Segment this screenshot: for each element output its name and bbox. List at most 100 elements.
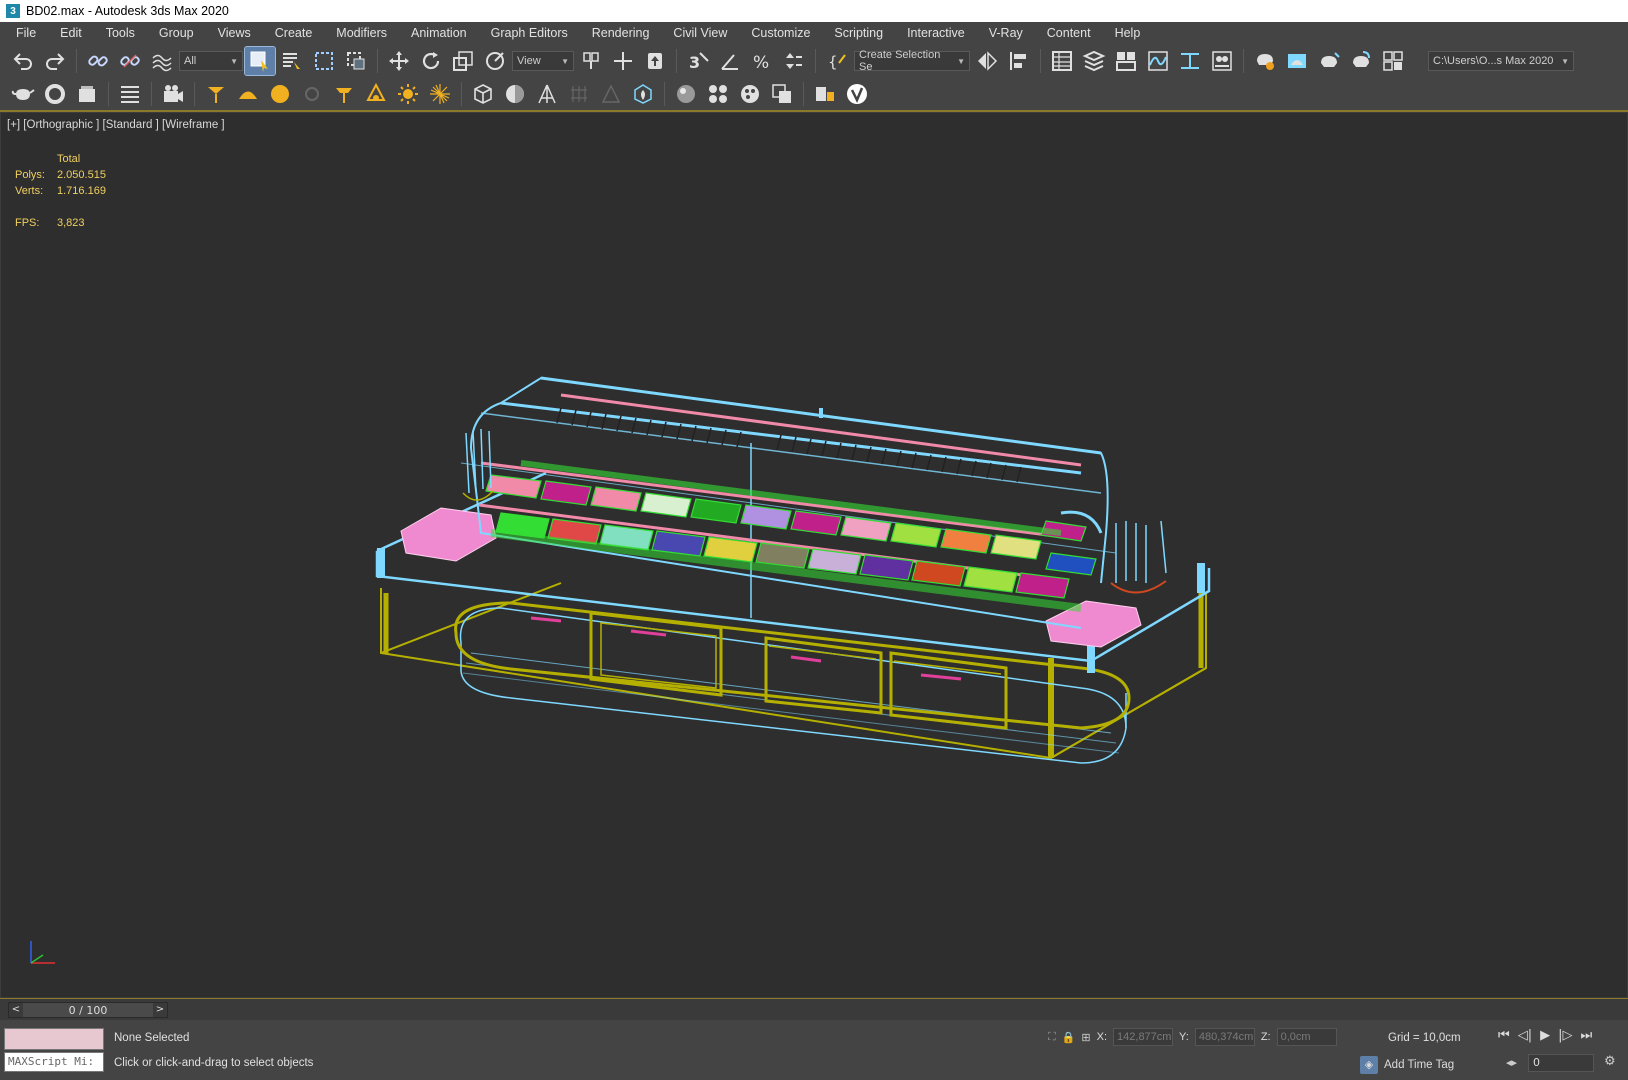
list-icon[interactable]	[115, 80, 145, 108]
y-coordinate-field[interactable]: 480,374cm	[1194, 1028, 1255, 1046]
fire-effect-icon[interactable]	[628, 80, 658, 108]
menu-file[interactable]: File	[4, 26, 48, 40]
multi-material-icon[interactable]	[703, 80, 733, 108]
skylight-icon[interactable]	[233, 80, 263, 108]
render-production-icon[interactable]	[1314, 47, 1344, 75]
box-icon[interactable]	[72, 80, 102, 108]
cube-icon[interactable]	[468, 80, 498, 108]
menu-interactive[interactable]: Interactive	[895, 26, 977, 40]
menu-graph-editors[interactable]: Graph Editors	[479, 26, 580, 40]
maxscript-mini-listener[interactable]: MAXScript Mi:	[4, 1052, 104, 1072]
vray-frame-buffer-icon[interactable]	[810, 80, 840, 108]
snaps-toggle-icon[interactable]: 3	[683, 47, 713, 75]
unlink-icon[interactable]	[115, 47, 145, 75]
viewport[interactable]: [+] [Orthographic ] [Standard ] [Wirefra…	[0, 112, 1628, 998]
menu-group[interactable]: Group	[147, 26, 206, 40]
vray-logo-icon[interactable]	[842, 80, 872, 108]
key-mode-icon[interactable]: ◂▸	[1506, 1056, 1517, 1069]
move-icon[interactable]	[384, 47, 414, 75]
maxscript-listener-output[interactable]	[4, 1028, 104, 1050]
spinner-snap-icon[interactable]	[779, 47, 809, 75]
spot-light-icon[interactable]	[201, 80, 231, 108]
sun-icon[interactable]	[393, 80, 423, 108]
current-frame-field[interactable]: 0	[1528, 1054, 1594, 1072]
menu-civil-view[interactable]: Civil View	[661, 26, 739, 40]
omni-light-icon[interactable]	[297, 80, 327, 108]
menu-tools[interactable]: Tools	[94, 26, 147, 40]
absolute-mode-icon[interactable]: ⊞	[1081, 1031, 1090, 1044]
reference-coord-dropdown[interactable]: View ▼	[512, 51, 574, 71]
mirror-icon[interactable]	[972, 47, 1002, 75]
next-key-icon[interactable]: |▷	[1558, 1028, 1572, 1043]
curve-editor-icon[interactable]	[1143, 47, 1173, 75]
material-sphere-icon[interactable]	[671, 80, 701, 108]
menu-customize[interactable]: Customize	[739, 26, 822, 40]
menu-create[interactable]: Create	[263, 26, 325, 40]
edit-named-selection-icon[interactable]: {	[822, 47, 852, 75]
bind-space-warp-icon[interactable]	[147, 47, 177, 75]
menu-scripting[interactable]: Scripting	[822, 26, 895, 40]
material-map-icon[interactable]	[767, 80, 797, 108]
previous-key-icon[interactable]: ◁|	[1518, 1028, 1532, 1043]
grid-disabled-icon[interactable]	[564, 80, 594, 108]
project-folder-dropdown[interactable]: C:\Users\O...s Max 2020 ▼	[1428, 51, 1574, 71]
go-to-end-icon[interactable]: ⏭	[1580, 1028, 1592, 1043]
menu-vray[interactable]: V-Ray	[977, 26, 1035, 40]
scale-icon[interactable]	[448, 47, 478, 75]
scene-explorer-icon[interactable]	[1047, 47, 1077, 75]
rendered-frame-window-icon[interactable]	[1282, 47, 1312, 75]
add-time-tag-label[interactable]: Add Time Tag	[1384, 1059, 1454, 1071]
palette-icon[interactable]	[735, 80, 765, 108]
menu-rendering[interactable]: Rendering	[580, 26, 662, 40]
isolate-selection-icon[interactable]: ⛶	[1048, 1031, 1056, 1044]
undo-icon[interactable]	[8, 47, 38, 75]
redo-icon[interactable]	[40, 47, 70, 75]
rect-selection-region-icon[interactable]	[309, 47, 339, 75]
time-tag-icon[interactable]: ◈	[1360, 1056, 1378, 1074]
menu-content[interactable]: Content	[1035, 26, 1103, 40]
named-selection-dropdown[interactable]: Create Selection Se ▼	[854, 49, 970, 73]
material-editor-icon[interactable]	[1207, 47, 1237, 75]
selection-lock-icon[interactable]: 🔒	[1062, 1031, 1076, 1044]
teapot-icon[interactable]	[8, 80, 38, 108]
z-coordinate-field[interactable]: 0,0cm	[1276, 1028, 1337, 1046]
render-setup-icon[interactable]	[1250, 47, 1280, 75]
menu-help[interactable]: Help	[1103, 26, 1153, 40]
sphere-shaded-icon[interactable]	[500, 80, 530, 108]
rotate-icon[interactable]	[416, 47, 446, 75]
select-by-name-icon[interactable]	[277, 47, 307, 75]
torus-icon[interactable]	[40, 80, 70, 108]
viewport-label[interactable]: [+] [Orthographic ] [Standard ] [Wirefra…	[7, 119, 225, 131]
tripod-icon[interactable]	[532, 80, 562, 108]
sun-sphere-icon[interactable]	[265, 80, 295, 108]
angle-snap-icon[interactable]	[715, 47, 745, 75]
render-in-cloud-icon[interactable]	[1346, 47, 1376, 75]
a360-gallery-icon[interactable]	[1378, 47, 1408, 75]
sunburst-icon[interactable]	[425, 80, 455, 108]
schematic-view-icon[interactable]	[1175, 47, 1205, 75]
layer-explorer-icon[interactable]	[1079, 47, 1109, 75]
percent-snap-icon[interactable]: %	[747, 47, 777, 75]
select-object-icon[interactable]	[244, 46, 276, 76]
previous-frame-button[interactable]: <	[9, 1003, 23, 1017]
particle-disabled-icon[interactable]	[596, 80, 626, 108]
x-coordinate-field[interactable]: 142,877cm	[1113, 1028, 1174, 1046]
target-spot-icon[interactable]	[329, 80, 359, 108]
play-icon[interactable]: ▶	[1540, 1028, 1550, 1043]
window-crossing-icon[interactable]	[341, 47, 371, 75]
toggle-ribbon-icon[interactable]	[1111, 47, 1141, 75]
select-manipulate-icon[interactable]	[608, 47, 638, 75]
menu-views[interactable]: Views	[206, 26, 263, 40]
go-to-start-icon[interactable]: ⏮	[1498, 1028, 1510, 1043]
pivot-center-icon[interactable]	[576, 47, 606, 75]
next-frame-button[interactable]: >	[152, 1003, 167, 1017]
keyboard-shortcut-override-icon[interactable]	[640, 47, 670, 75]
time-slider[interactable]: < 0 / 100 >	[8, 1002, 168, 1018]
time-configuration-icon[interactable]: ⚙	[1604, 1054, 1616, 1069]
camera-icon[interactable]	[158, 80, 188, 108]
menu-animation[interactable]: Animation	[399, 26, 479, 40]
menu-modifiers[interactable]: Modifiers	[324, 26, 399, 40]
link-icon[interactable]	[83, 47, 113, 75]
photometric-light-icon[interactable]	[361, 80, 391, 108]
placement-icon[interactable]	[480, 47, 510, 75]
